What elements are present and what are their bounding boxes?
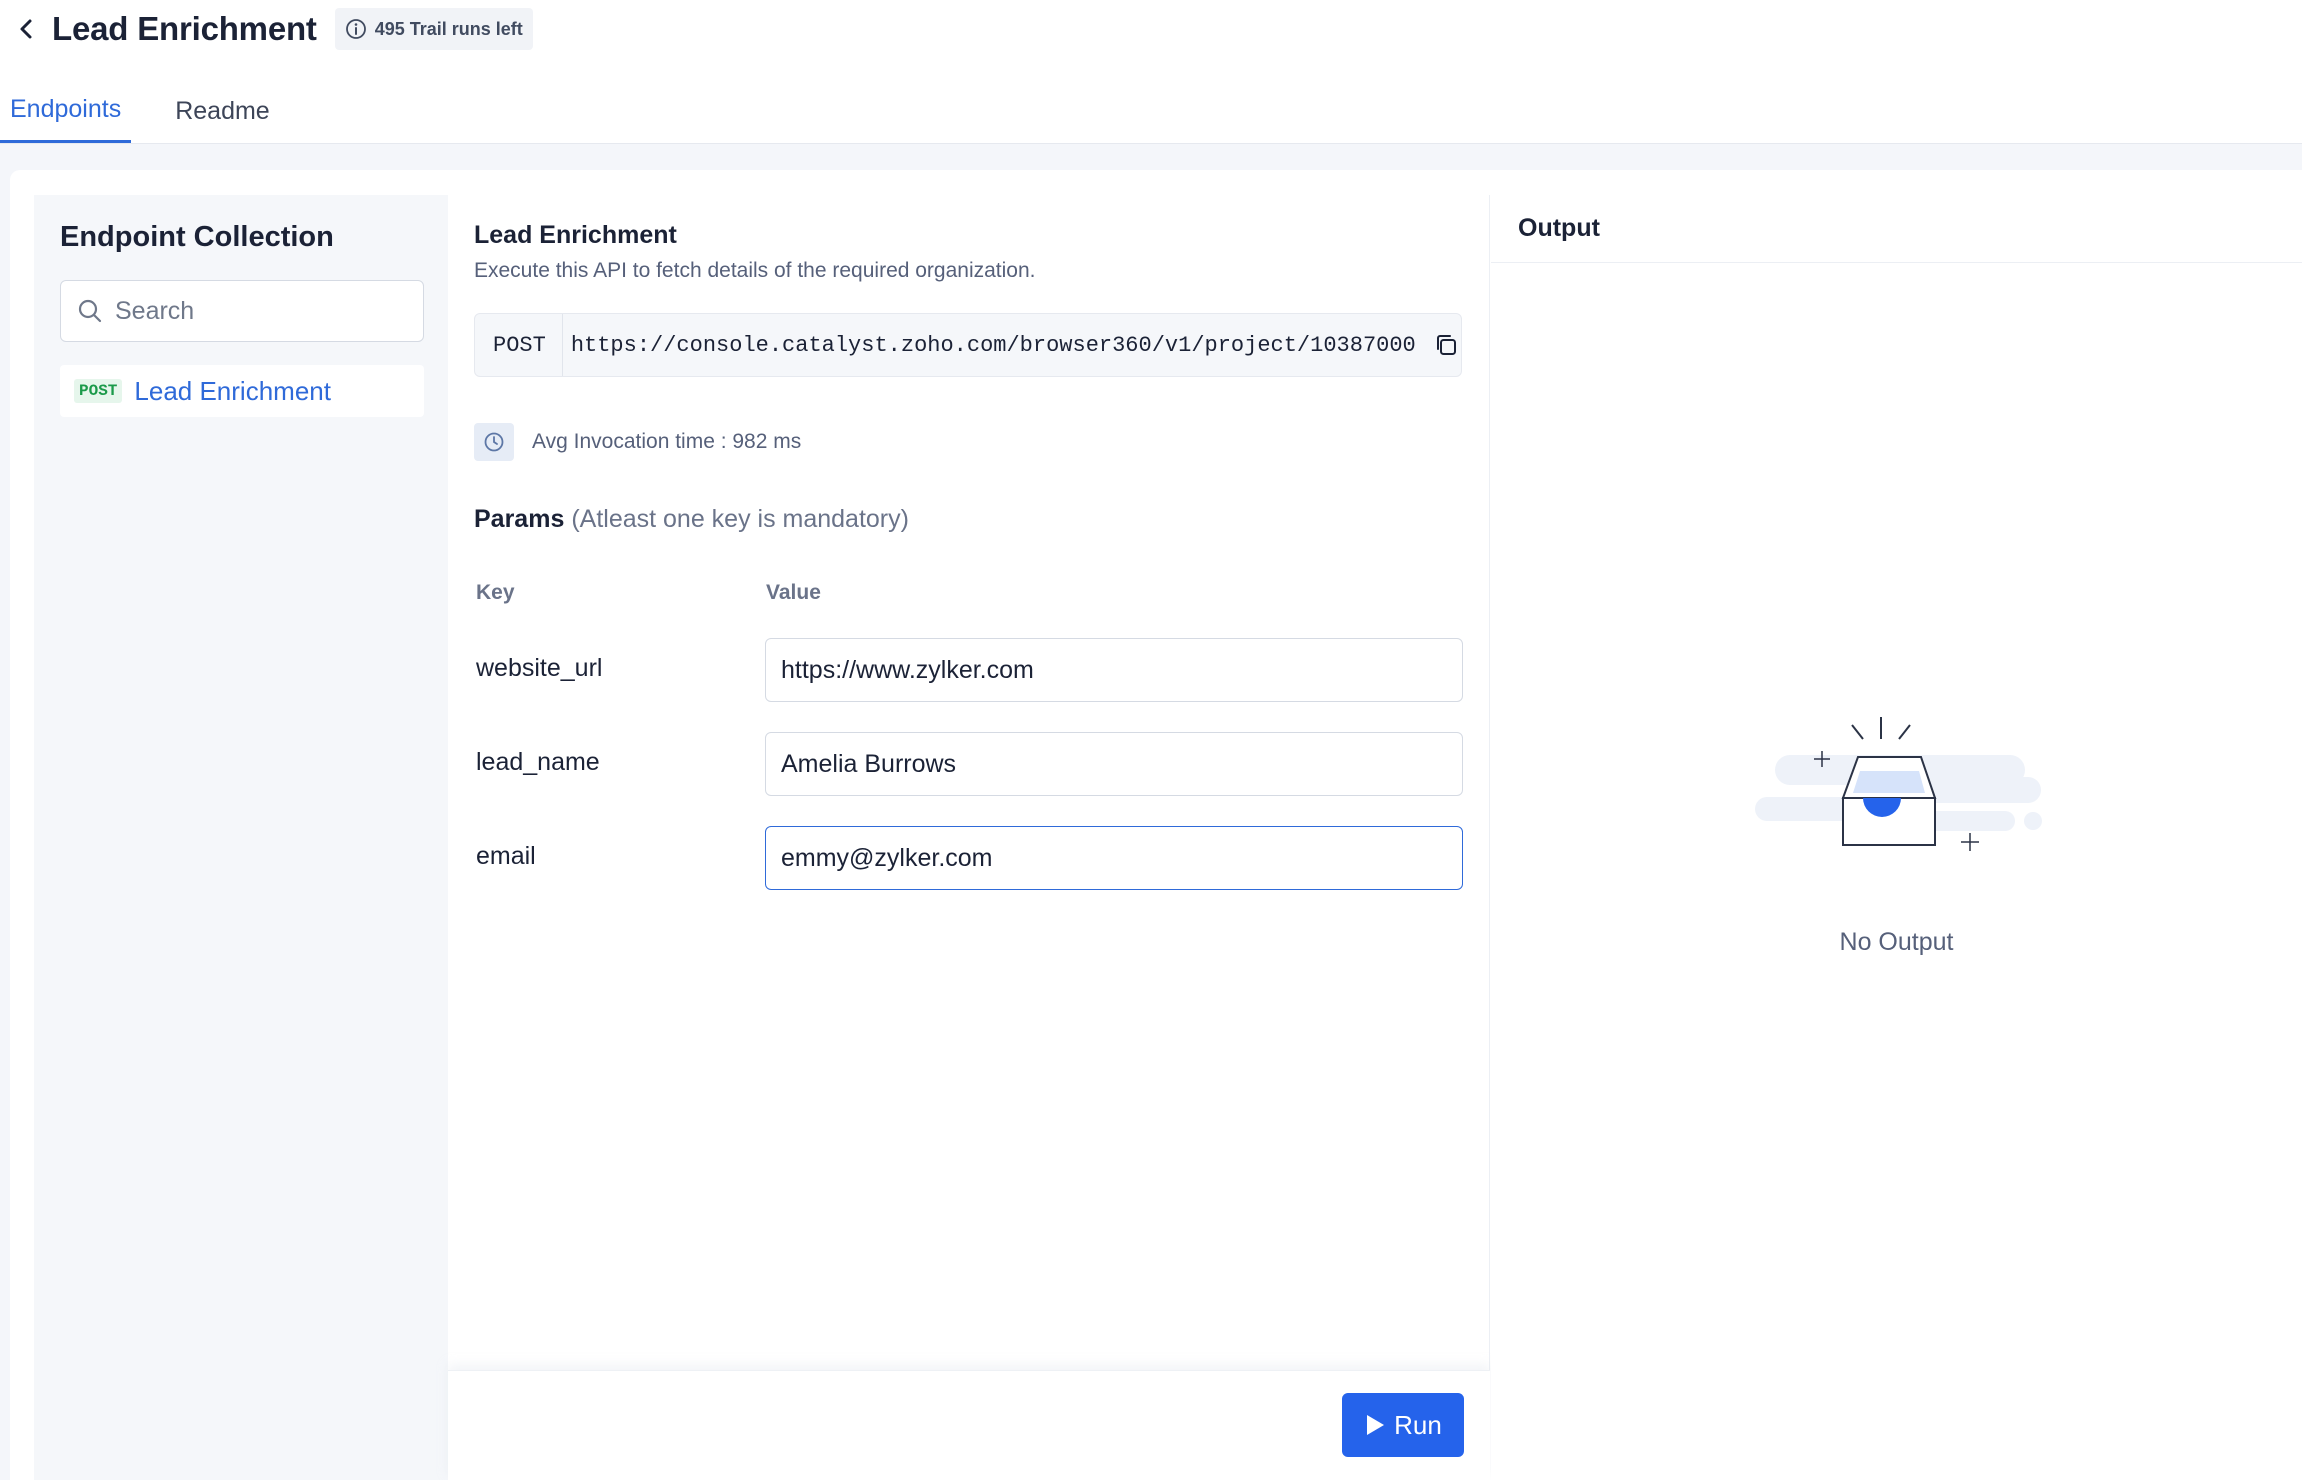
play-icon xyxy=(1367,1415,1385,1435)
search-box xyxy=(60,280,424,342)
endpoint-description: Execute this API to fetch details of the… xyxy=(474,259,1036,282)
clock-icon xyxy=(484,432,504,452)
column-header-key: Key xyxy=(476,581,515,604)
request-panel: Lead Enrichment Execute this API to fetc… xyxy=(448,195,1490,1480)
endpoint-title: Lead Enrichment xyxy=(474,221,677,249)
endpoint-url: https://console.catalyst.zoho.com/browse… xyxy=(570,332,1416,358)
tab-endpoints[interactable]: Endpoints xyxy=(0,79,132,143)
trial-runs-text: 495 Trail runs left xyxy=(374,18,523,39)
post-method-tag: POST xyxy=(74,379,123,403)
param-value-website-url[interactable] xyxy=(765,638,1463,702)
output-panel: Output No Output xyxy=(1491,195,2302,1480)
page-header: Lead Enrichment 495 Trail runs left xyxy=(0,0,2302,58)
search-icon xyxy=(78,299,102,323)
avg-invocation-time: Avg Invocation time : 982 ms xyxy=(532,430,802,453)
clock-badge xyxy=(474,423,514,461)
search-input[interactable] xyxy=(115,296,415,326)
params-note: (Atleast one key is mandatory) xyxy=(571,505,909,533)
params-heading: Params (Atleast one key is mandatory) xyxy=(474,505,909,534)
empty-inbox-icon xyxy=(1755,717,2042,851)
trial-runs-badge: 495 Trail runs left xyxy=(334,8,533,50)
tab-readme[interactable]: Readme xyxy=(165,79,280,143)
endpoint-url-bar: POST https://console.catalyst.zoho.com/b… xyxy=(474,313,1462,377)
sidebar-title: Endpoint Collection xyxy=(60,221,334,253)
column-header-value: Value xyxy=(766,581,821,604)
param-key-email: email xyxy=(476,842,536,870)
param-value-email[interactable] xyxy=(765,826,1463,890)
param-value-lead-name[interactable] xyxy=(765,732,1463,796)
output-header: Output xyxy=(1491,195,2302,263)
app-root: Lead Enrichment 495 Trail runs left Endp… xyxy=(0,0,2302,1480)
url-method: POST xyxy=(475,314,563,376)
params-title: Params xyxy=(474,505,565,533)
no-output-message: No Output xyxy=(1839,928,1954,956)
endpoint-item-label: Lead Enrichment xyxy=(134,375,331,406)
chevron-left-icon xyxy=(20,19,32,39)
request-footer: Run xyxy=(448,1370,1490,1480)
param-key-lead-name: lead_name xyxy=(476,748,600,776)
param-key-website-url: website_url xyxy=(476,654,603,682)
back-button[interactable] xyxy=(14,16,40,42)
copy-icon xyxy=(1437,335,1457,355)
copy-url-button[interactable] xyxy=(1431,330,1461,360)
run-button-label: Run xyxy=(1394,1409,1442,1440)
output-title: Output xyxy=(1518,214,1600,242)
info-icon xyxy=(345,19,366,39)
avg-invocation-row: Avg Invocation time : 982 ms xyxy=(474,423,801,461)
tab-bar: Endpoints Readme xyxy=(0,78,2302,144)
endpoint-item-lead-enrichment[interactable]: POST Lead Enrichment xyxy=(60,365,424,417)
endpoint-sidebar: Endpoint Collection POST Lead Enrichment xyxy=(34,195,448,1480)
page-title: Lead Enrichment xyxy=(52,10,317,47)
run-button[interactable]: Run xyxy=(1342,1393,1464,1457)
